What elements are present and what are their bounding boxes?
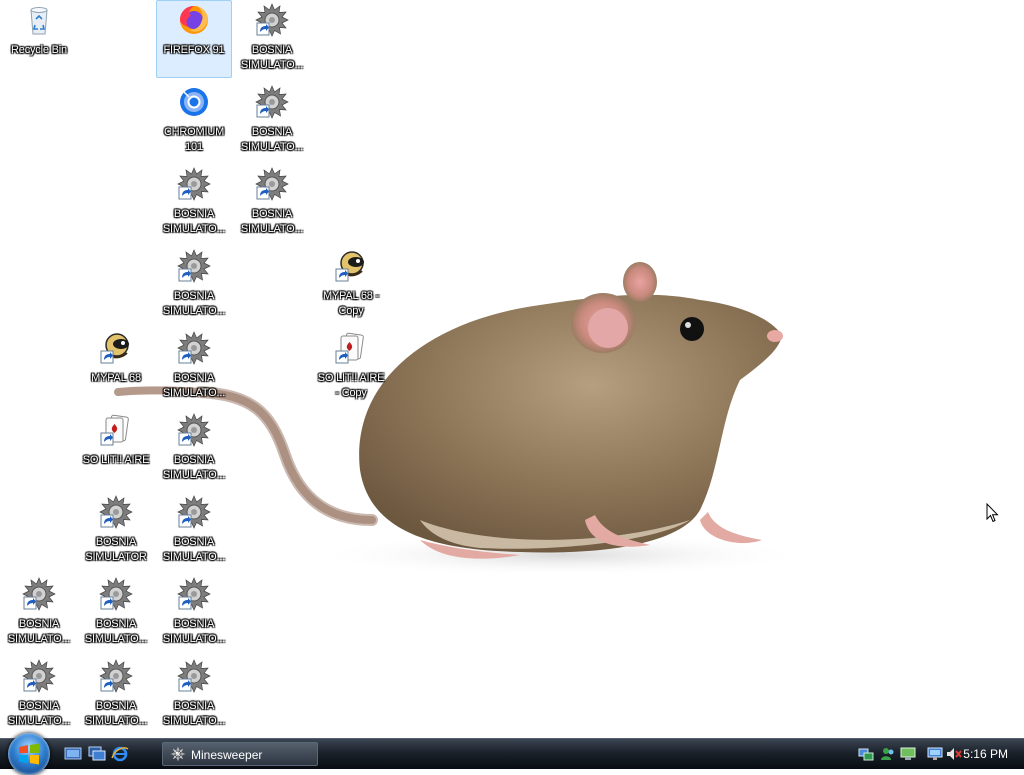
desktop-icon-17[interactable]: BOSNIA SIMULATO... [1, 574, 77, 652]
desktop-icon-10[interactable]: MYPAL 68 [78, 328, 154, 406]
desktop-icon-13[interactable]: SO LIT!! AIRE [78, 410, 154, 488]
mypal-icon [100, 333, 129, 364]
switch-windows-icon[interactable] [88, 746, 106, 762]
desktop-icon-18[interactable]: BOSNIA SIMULATO... [78, 574, 154, 652]
desktop-icon-label: BOSNIA SIMULATO... [7, 700, 71, 727]
bosnia-simulator-icon [255, 3, 289, 37]
bosnia-simulator-icon [177, 413, 211, 447]
solitaire-icon [335, 332, 364, 364]
bosnia-simulator-icon [99, 495, 133, 529]
bosnia-simulator-icon [177, 167, 211, 201]
desktop-icon-8[interactable]: BOSNIA SIMULATO... [156, 246, 232, 324]
desktop-icon-6[interactable]: BOSNIA SIMULATO... [156, 164, 232, 242]
internet-explorer-icon[interactable] [111, 746, 129, 762]
desktop-icon-16[interactable]: BOSNIA SIMULATO... [156, 492, 232, 570]
desktop-icon-label: SO LIT!! AIRE [82, 454, 150, 466]
chromium-icon [180, 88, 208, 116]
desktop-icon-4[interactable]: CHROMIUM 101 [156, 82, 232, 160]
desktop-icon-label: BOSNIA SIMULATO... [162, 208, 226, 235]
bosnia-simulator-icon [177, 659, 211, 693]
desktop-icon-2[interactable]: FIREFOX 91 [156, 0, 232, 78]
desktop-icon-14[interactable]: BOSNIA SIMULATO... [156, 410, 232, 488]
desktop-icon-9[interactable]: MYPAL 68 - Copy [313, 246, 389, 324]
desktop-icon-19[interactable]: BOSNIA SIMULATO... [156, 574, 232, 652]
windows-logo-icon [19, 743, 39, 765]
desktop-icon-label: BOSNIA SIMULATO... [162, 372, 226, 399]
desktop-icon-3[interactable]: BOSNIA SIMULATO... [234, 0, 310, 78]
start-button[interactable] [8, 733, 50, 775]
desktop-icon-label: BOSNIA SIMULATO... [162, 536, 226, 563]
users-icon[interactable] [880, 746, 896, 762]
bosnia-simulator-icon [177, 331, 211, 365]
recycle-bin-icon [30, 7, 48, 35]
desktop-icon-7[interactable]: BOSNIA SIMULATO... [234, 164, 310, 242]
bosnia-simulator-icon [177, 495, 211, 529]
bosnia-simulator-icon [255, 167, 289, 201]
desktop-icon-label: FIREFOX 91 [163, 44, 225, 56]
bosnia-simulator-icon [22, 659, 56, 693]
system-tray: 5:16 PM [850, 739, 1024, 769]
display-icon[interactable] [900, 746, 916, 762]
desktop-icon-label: BOSNIA SIMULATO... [240, 126, 304, 153]
desktop-icon-label: BOSNIA SIMULATO... [240, 208, 304, 235]
desktop-icon-label: BOSNIA SIMULATO... [162, 290, 226, 317]
desktop-icon-label: BOSNIA SIMULATO... [84, 700, 148, 727]
volume-muted-icon[interactable] [946, 746, 962, 762]
bosnia-simulator-icon [177, 577, 211, 611]
desktop-icon-label: BOSNIA SIMULATO... [240, 44, 304, 71]
clock[interactable]: 5:16 PM [963, 739, 1008, 769]
taskbar-button-minesweeper[interactable]: Minesweeper [162, 742, 318, 766]
desktop-icon-label: BOSNIA SIMULATO... [7, 618, 71, 645]
show-desktop-icon[interactable] [64, 746, 82, 762]
desktop-icon-5[interactable]: BOSNIA SIMULATO... [234, 82, 310, 160]
desktop[interactable]: Recycle Bin FIREFOX 91 BOSNIA SIMULATO..… [0, 0, 1024, 738]
desktop-icon-15[interactable]: BOSNIA SIMULATOR [78, 492, 154, 570]
desktop-icon-label: BOSNIA SIMULATO... [162, 618, 226, 645]
mine-icon [171, 747, 185, 761]
desktop-icon-label: BOSNIA SIMULATO... [84, 618, 148, 645]
firefox-icon [180, 6, 208, 34]
desktop-icon-22[interactable]: BOSNIA SIMULATO... [156, 656, 232, 734]
bosnia-simulator-icon [177, 249, 211, 283]
desktop-icon-label: BOSNIA SIMULATO... [162, 454, 226, 481]
bosnia-simulator-icon [255, 85, 289, 119]
bosnia-simulator-icon [22, 577, 56, 611]
desktop-icon-label: Recycle Bin [11, 44, 67, 56]
desktop-icon-11[interactable]: BOSNIA SIMULATO... [156, 328, 232, 406]
network-icon[interactable] [858, 746, 874, 762]
mouse-cursor-icon [986, 503, 999, 523]
bosnia-simulator-icon [99, 659, 133, 693]
desktop-icon-label: MYPAL 68 [91, 372, 141, 384]
desktop-icon-label: BOSNIA SIMULATOR [85, 536, 147, 563]
bosnia-simulator-icon [99, 577, 133, 611]
taskbar-button-label: Minesweeper [191, 748, 263, 762]
desktop-icon-21[interactable]: BOSNIA SIMULATO... [78, 656, 154, 734]
taskbar: Minesweeper 5:16 PM [0, 733, 1024, 775]
monitor-icon[interactable] [927, 746, 943, 762]
desktop-icon-label: CHROMIUM 101 [163, 126, 225, 153]
desktop-icon-20[interactable]: BOSNIA SIMULATO... [1, 656, 77, 734]
mypal-icon [335, 251, 364, 282]
desktop-icon-label: BOSNIA SIMULATO... [162, 700, 226, 727]
desktop-icon-label: MYPAL 68 - Copy [322, 290, 380, 317]
solitaire-icon [100, 414, 129, 446]
desktop-icon-1[interactable]: Recycle Bin [1, 0, 77, 78]
desktop-icon-label: SO LIT!! AIRE - Copy [317, 372, 385, 399]
desktop-icon-12[interactable]: SO LIT!! AIRE - Copy [313, 328, 389, 406]
